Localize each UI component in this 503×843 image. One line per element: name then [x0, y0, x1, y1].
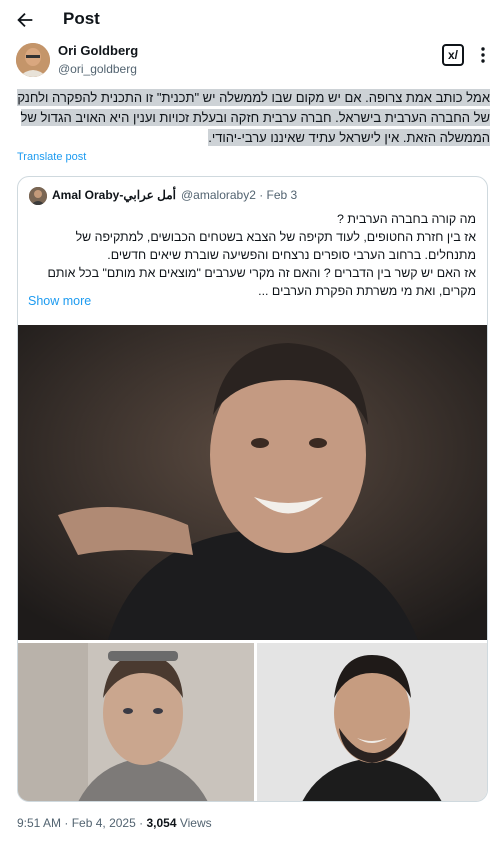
- quote-line: אז האם יש קשר בין הדברים ? והאם זה מקרי …: [47, 266, 476, 298]
- separator-dot: ·: [64, 816, 69, 830]
- quote-author-avatar: [29, 187, 47, 205]
- quoted-post[interactable]: Amal Oraby-أمل عرابي @amaloraby2 · Feb 3…: [17, 176, 488, 802]
- author-avatar[interactable]: [16, 43, 50, 77]
- author-name[interactable]: Ori Goldberg: [58, 43, 138, 58]
- quote-line: מה קורה בחברה הערבית ?: [337, 212, 476, 226]
- media-photo-main[interactable]: [18, 325, 487, 640]
- quote-line: אז בין חזרת החטופים, לעוד תקיפה של הצבא …: [75, 230, 476, 262]
- post-text-content: אמל כותב אמת צרופה. אם יש מקום שבו לממשל…: [17, 89, 490, 146]
- grok-icon[interactable]: x/: [442, 44, 464, 66]
- quote-meta: @amaloraby2 · Feb 3: [181, 188, 298, 202]
- page-title: Post: [63, 9, 100, 28]
- quote-author-name: Amal Oraby-أمل عرابي: [52, 188, 176, 202]
- more-options-icon[interactable]: [472, 44, 494, 66]
- views-count: 3,054: [146, 816, 177, 830]
- translate-post-link[interactable]: Translate post: [17, 151, 86, 163]
- show-more-link[interactable]: Show more: [28, 294, 91, 308]
- separator-dot: ·: [139, 816, 144, 830]
- top-bar: Post: [0, 0, 503, 40]
- media-photo-right[interactable]: [257, 643, 487, 801]
- quote-text: מה קורה בחברה הערבית ? אז בין חזרת החטופ…: [26, 210, 476, 300]
- post-date[interactable]: Feb 4, 2025: [72, 816, 136, 830]
- post-time[interactable]: 9:51 AM: [17, 816, 61, 830]
- views-label: Views: [179, 816, 212, 830]
- arrow-left-icon[interactable]: [14, 9, 36, 31]
- media-photo-left[interactable]: [18, 643, 254, 801]
- post-footer: 9:51 AM · Feb 4, 2025 · 3,054 Views: [17, 816, 212, 830]
- author-handle[interactable]: @ori_goldberg: [58, 62, 137, 76]
- post-text: אמל כותב אמת צרופה. אם יש מקום שבו לממשל…: [14, 88, 490, 148]
